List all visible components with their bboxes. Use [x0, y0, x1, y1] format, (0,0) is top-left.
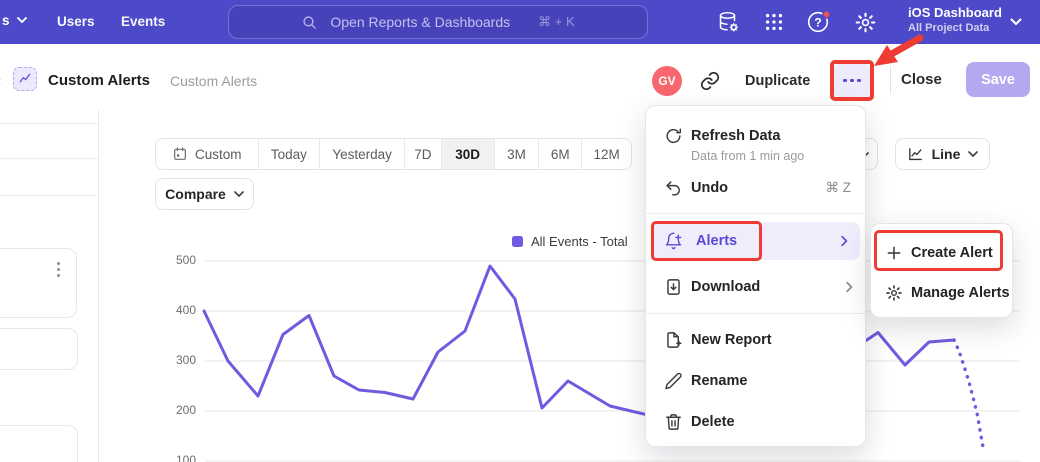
breadcrumb: Custom Alerts [170, 73, 257, 89]
chevron-right-icon [841, 236, 848, 247]
project-switcher[interactable]: iOS Dashboard All Project Data [908, 4, 1002, 36]
y-tick-label: 300 [176, 353, 196, 367]
y-tick-label: 100 [176, 453, 196, 462]
y-tick-label: 200 [176, 403, 196, 417]
search-shortcut: ⌘ + K [538, 14, 575, 30]
compare-button[interactable]: Compare [155, 178, 254, 210]
menu-item-alerts[interactable]: Alerts [651, 222, 860, 260]
sidebar-card[interactable] [0, 328, 78, 370]
range-today[interactable]: Today [259, 139, 321, 169]
nav-item-users[interactable]: Users [57, 14, 95, 29]
legend-label: All Events - Total [531, 234, 628, 249]
sidebar-divider [98, 110, 99, 462]
line-chart-icon [907, 146, 924, 163]
apps-grid-icon[interactable] [761, 9, 787, 35]
legend-swatch [512, 236, 523, 247]
chevron-down-icon [234, 191, 244, 198]
y-tick-label: 500 [176, 253, 196, 267]
sidebar-row-divider [0, 123, 98, 124]
menu-item-refresh-data[interactable]: Refresh Data Data from 1 min ago [646, 116, 865, 164]
gear-icon [885, 284, 903, 302]
submenu-item-manage-alerts[interactable]: Manage Alerts [871, 274, 1012, 311]
help-icon[interactable]: ? [806, 9, 832, 35]
nav-item-fragment[interactable]: s [2, 13, 27, 28]
range-custom[interactable]: Custom [156, 139, 259, 169]
search-placeholder: Open Reports & Dashboards [330, 14, 510, 30]
trash-icon [664, 413, 683, 432]
range-6m[interactable]: 6M [539, 139, 582, 169]
menu-divider [646, 213, 865, 214]
more-options-menu: Refresh Data Data from 1 min ago Undo ⌘ … [645, 105, 866, 447]
settings-icon[interactable] [852, 9, 878, 35]
nav-item-events[interactable]: Events [121, 14, 165, 29]
chart-legend: All Events - Total [512, 234, 628, 249]
close-button[interactable]: Close [901, 71, 942, 88]
new-report-icon [664, 331, 683, 350]
menu-item-undo[interactable]: Undo ⌘ Z [646, 170, 865, 206]
date-range-selector: Custom Today Yesterday 7D 30D 3M 6M 12M [155, 138, 632, 170]
search-input[interactable]: Open Reports & Dashboards ⌘ + K [228, 5, 648, 39]
menu-divider [646, 313, 865, 314]
chevron-right-icon [846, 282, 853, 293]
menu-item-label: Refresh Data [691, 128, 780, 144]
sidebar-row-divider [0, 195, 95, 196]
calendar-icon [172, 146, 188, 162]
alerts-submenu: Create Alert Manage Alerts [870, 223, 1013, 318]
chevron-down-icon[interactable] [1010, 18, 1022, 26]
plus-icon [885, 244, 903, 262]
more-options-button[interactable] [834, 64, 870, 97]
pencil-icon [664, 372, 683, 391]
range-yesterday[interactable]: Yesterday [320, 139, 405, 169]
menu-shortcut: ⌘ Z [826, 180, 852, 196]
collapsed-panel-fragment: ‹ [0, 73, 1, 88]
copy-link-icon[interactable] [699, 70, 721, 92]
y-tick-label: 400 [176, 303, 196, 317]
range-30d-selected[interactable]: 30D [442, 139, 495, 169]
sidebar-card[interactable] [0, 425, 78, 462]
bell-plus-icon [664, 232, 683, 251]
top-navbar: s Users Events Open Reports & Dashboards… [0, 0, 1040, 44]
kebab-menu-icon[interactable] [57, 262, 60, 277]
project-scope: All Project Data [908, 21, 1002, 36]
duplicate-button[interactable]: Duplicate [745, 73, 810, 89]
report-type-icon [13, 67, 37, 91]
chart-type-button[interactable]: Line [895, 138, 990, 170]
menu-item-delete[interactable]: Delete [646, 403, 865, 441]
range-label: Custom [195, 147, 242, 162]
menu-item-subtitle: Data from 1 min ago [691, 149, 804, 163]
download-icon [664, 278, 683, 297]
project-name: iOS Dashboard [908, 4, 1002, 21]
avatar[interactable]: GV [652, 66, 682, 96]
range-3m[interactable]: 3M [495, 139, 540, 169]
chevron-down-icon [968, 151, 978, 158]
chevron-down-icon [17, 17, 27, 24]
save-button[interactable]: Save [966, 62, 1030, 97]
range-7d[interactable]: 7D [405, 139, 442, 169]
page-title: Custom Alerts [48, 72, 150, 89]
data-management-icon[interactable] [715, 9, 741, 35]
header-divider [890, 66, 891, 94]
range-12m[interactable]: 12M [582, 139, 631, 169]
menu-item-new-report[interactable]: New Report [646, 321, 865, 359]
undo-icon [664, 179, 683, 198]
refresh-icon [664, 127, 683, 146]
submenu-item-create-alert[interactable]: Create Alert [871, 234, 1012, 271]
menu-item-rename[interactable]: Rename [646, 362, 865, 400]
search-icon [301, 14, 318, 31]
sidebar-card[interactable] [0, 248, 77, 318]
svg-text:?: ? [814, 15, 821, 29]
sidebar-row-divider [0, 158, 98, 159]
app-root: 100 200 300 400 500 All Events - Total ‹ Cus… [0, 0, 1040, 462]
menu-item-download[interactable]: Download [646, 268, 865, 306]
